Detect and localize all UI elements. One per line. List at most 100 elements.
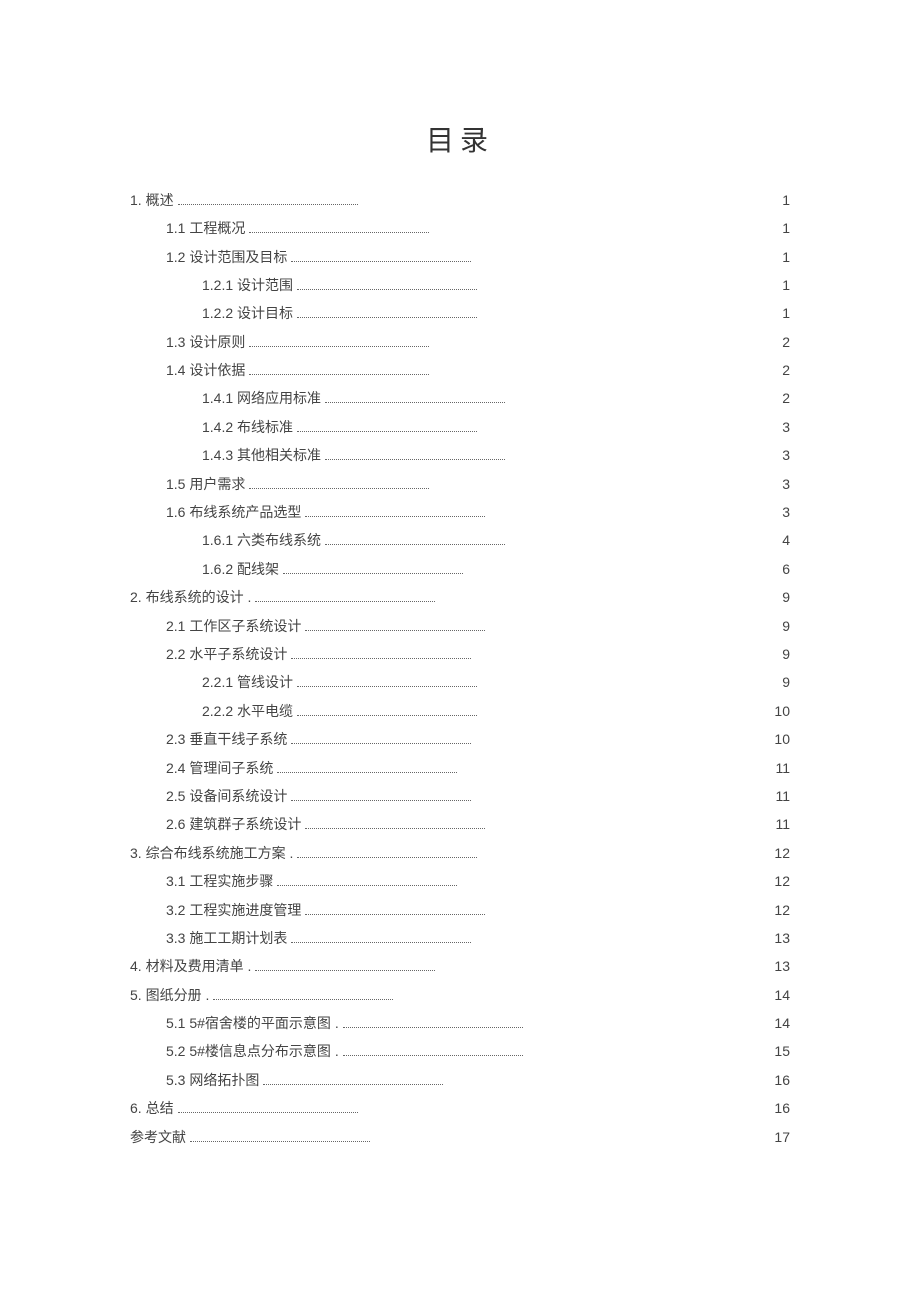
toc-entry-page: 3: [770, 416, 790, 438]
toc-entry-page: 11: [770, 757, 790, 779]
toc-entry[interactable]: 4. 材料及费用清单 .13: [130, 955, 790, 977]
toc-entry[interactable]: 3. 综合布线系统施工方案 .12: [130, 842, 790, 864]
toc-entry[interactable]: 1.5 用户需求 3: [130, 473, 790, 495]
toc-entry-page: 14: [770, 984, 790, 1006]
document-page: 目录 1. 概述11.1 工程概况11.2 设计范围及目标11.2.1 设计范围…: [0, 0, 920, 1303]
toc-entry[interactable]: 3.3 施工工期计划表13: [130, 927, 790, 949]
toc-dots: [297, 686, 477, 687]
toc-entry[interactable]: 1.1 工程概况1: [130, 217, 790, 239]
toc-entry[interactable]: 2.5 设备间系统设计11: [130, 785, 790, 807]
toc-entry-label: 2. 布线系统的设计 .: [130, 586, 251, 608]
toc-dots: [305, 914, 485, 915]
toc-dots: [190, 1141, 370, 1142]
toc-dots: [291, 743, 471, 744]
toc-dots: [297, 431, 477, 432]
toc-entry[interactable]: 5.1 5#宿舍楼的平面示意图 . 14: [130, 1012, 790, 1034]
toc-entry[interactable]: 5. 图纸分册 .14: [130, 984, 790, 1006]
toc-entry-label: 1.2 设计范围及目标: [166, 246, 287, 268]
toc-dots: [343, 1055, 523, 1056]
toc-entry-label: 5.1 5#宿舍楼的平面示意图 .: [166, 1012, 339, 1034]
toc-entry-page: 4: [770, 529, 790, 551]
toc-dots: [277, 772, 457, 773]
toc-entry-page: 3: [770, 473, 790, 495]
toc-dots: [291, 800, 471, 801]
toc-dots: [305, 828, 485, 829]
toc-entry-page: 9: [770, 615, 790, 637]
toc-entry[interactable]: 1.4.2 布线标准 3: [130, 416, 790, 438]
toc-dots: [325, 544, 505, 545]
toc-entry-page: 6: [770, 558, 790, 580]
toc-entry-page: 14: [770, 1012, 790, 1034]
toc-entry[interactable]: 1.2.1 设计范围1: [130, 274, 790, 296]
toc-entry-page: 9: [770, 586, 790, 608]
toc-dots: [213, 999, 393, 1000]
toc-entry-label: 2.2.1 管线设计: [202, 671, 293, 693]
toc-entry-label: 4. 材料及费用清单 .: [130, 955, 251, 977]
toc-entry-page: 16: [770, 1097, 790, 1119]
toc-dots: [305, 630, 485, 631]
toc-entry[interactable]: 2.2.1 管线设计 9: [130, 671, 790, 693]
toc-entry-page: 3: [770, 501, 790, 523]
toc-entry-page: 2: [770, 359, 790, 381]
toc-dots: [325, 459, 505, 460]
toc-entry-label: 1.6.2 配线架: [202, 558, 279, 580]
toc-dots: [249, 488, 429, 489]
toc-entry[interactable]: 1.6.2 配线架 6: [130, 558, 790, 580]
toc-entry[interactable]: 2.2.2 水平电缆10: [130, 700, 790, 722]
toc-entry[interactable]: 3.2 工程实施进度管理 12: [130, 899, 790, 921]
toc-entry-label: 参考文献: [130, 1126, 186, 1148]
toc-entry-page: 10: [770, 700, 790, 722]
toc-entry-page: 17: [770, 1126, 790, 1148]
toc-entry[interactable]: 1.6 布线系统产品选型3: [130, 501, 790, 523]
toc-entry[interactable]: 2.1 工作区子系统设计 9: [130, 615, 790, 637]
toc-entry[interactable]: 1.2.2 设计目标1: [130, 302, 790, 324]
toc-dots: [283, 573, 463, 574]
toc-entry-label: 3.3 施工工期计划表: [166, 927, 287, 949]
toc-entry[interactable]: 1.6.1 六类布线系统 4: [130, 529, 790, 551]
toc-entry-label: 1.5 用户需求: [166, 473, 245, 495]
toc-entry-label: 1.2.2 设计目标: [202, 302, 293, 324]
toc-entry-page: 12: [770, 899, 790, 921]
toc-entry[interactable]: 2. 布线系统的设计 . 9: [130, 586, 790, 608]
toc-entry[interactable]: 2.4 管理间子系统11: [130, 757, 790, 779]
toc-dots: [263, 1084, 443, 1085]
toc-entry[interactable]: 参考文献 17: [130, 1126, 790, 1148]
toc-entry[interactable]: 1.3 设计原则 2: [130, 331, 790, 353]
toc-entry-label: 1.3 设计原则: [166, 331, 245, 353]
toc-entry-label: 3.2 工程实施进度管理: [166, 899, 301, 921]
toc-entry[interactable]: 5.2 5#楼信息点分布示意图 .15: [130, 1040, 790, 1062]
toc-dots: [297, 857, 477, 858]
toc-dots: [249, 232, 429, 233]
toc-entry-page: 2: [770, 331, 790, 353]
toc-entry-page: 1: [770, 274, 790, 296]
toc-entry[interactable]: 1.4 设计依据2: [130, 359, 790, 381]
toc-dots: [291, 658, 471, 659]
toc-entry-page: 1: [770, 189, 790, 211]
toc-dots: [255, 970, 435, 971]
toc-entry-page: 9: [770, 671, 790, 693]
toc-entry-label: 6. 总结: [130, 1097, 174, 1119]
toc-entry[interactable]: 3.1 工程实施步骤12: [130, 870, 790, 892]
toc-entry-page: 1: [770, 246, 790, 268]
toc-dots: [255, 601, 435, 602]
toc-entry[interactable]: 2.6 建筑群子系统设计11: [130, 813, 790, 835]
toc-entry[interactable]: 6. 总结 16: [130, 1097, 790, 1119]
toc-entry[interactable]: 1.4.3 其他相关标准3: [130, 444, 790, 466]
toc-entry-page: 12: [770, 870, 790, 892]
toc-title: 目录: [130, 119, 790, 159]
toc-entry[interactable]: 1.4.1 网络应用标准2: [130, 387, 790, 409]
toc-entry-label: 2.6 建筑群子系统设计: [166, 813, 301, 835]
toc-entry[interactable]: 2.2 水平子系统设计9: [130, 643, 790, 665]
toc-entry[interactable]: 1. 概述1: [130, 189, 790, 211]
toc-entry[interactable]: 5.3 网络拓扑图16: [130, 1069, 790, 1091]
toc-entry[interactable]: 2.3 垂直干线子系统10: [130, 728, 790, 750]
toc-dots: [297, 715, 477, 716]
toc-dots: [249, 374, 429, 375]
toc-entry-label: 2.1 工作区子系统设计: [166, 615, 301, 637]
toc-dots: [343, 1027, 523, 1028]
toc-entry[interactable]: 1.2 设计范围及目标 1: [130, 246, 790, 268]
toc-entry-label: 1.4.2 布线标准: [202, 416, 293, 438]
toc-entry-label: 1.6.1 六类布线系统: [202, 529, 321, 551]
toc-container: 1. 概述11.1 工程概况11.2 设计范围及目标11.2.1 设计范围11.…: [130, 189, 790, 1148]
toc-entry-label: 2.2 水平子系统设计: [166, 643, 287, 665]
